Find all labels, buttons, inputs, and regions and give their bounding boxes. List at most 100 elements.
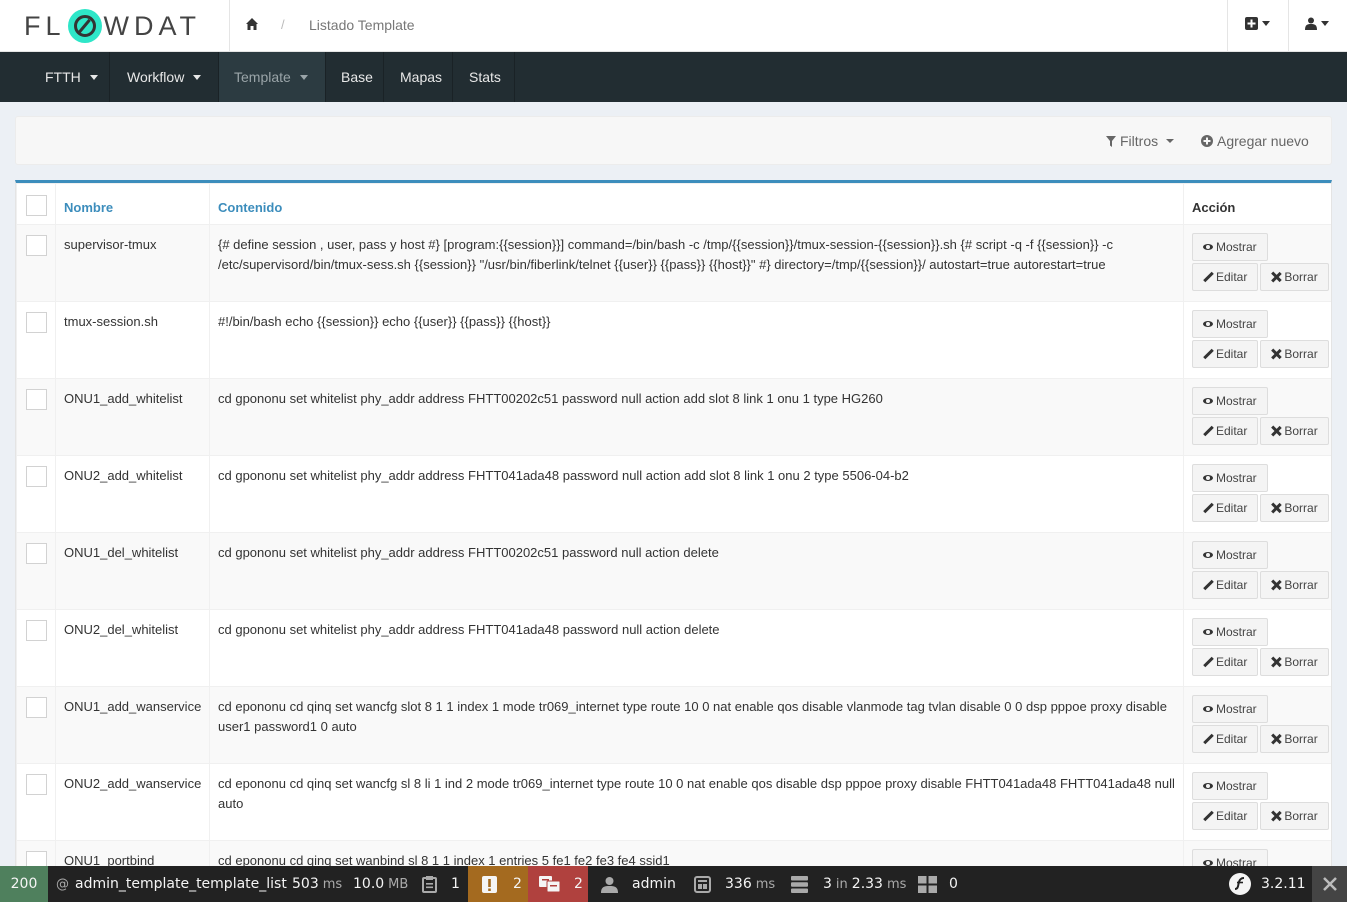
eye-icon (1203, 319, 1213, 329)
row-checkbox[interactable] (25, 235, 47, 256)
filter-icon (1106, 135, 1116, 147)
delete-label: Borrar (1284, 578, 1318, 592)
nav-item-workflow[interactable]: Workflow (110, 52, 219, 102)
edit-button[interactable]: Editar (1192, 725, 1259, 753)
logo-text-left: FL (24, 10, 66, 41)
table-row: supervisor-tmux {# define session , user,… (16, 224, 1331, 302)
logo-text-right: WDAT (103, 10, 201, 41)
column-header-contenido[interactable]: Contenido (209, 183, 1184, 225)
delete-label: Borrar (1284, 424, 1318, 438)
show-button[interactable]: Mostrar (1192, 310, 1268, 338)
edit-button[interactable]: Editar (1192, 263, 1259, 291)
row-checkbox[interactable] (25, 774, 47, 795)
translation-item[interactable]: 2 (528, 866, 588, 902)
select-all-cell (16, 183, 56, 225)
show-label: Mostrar (1216, 779, 1257, 793)
cache-item[interactable]: 0 (918, 866, 958, 902)
row-checkbox[interactable] (25, 312, 47, 333)
show-button[interactable]: Mostrar (1192, 464, 1268, 492)
show-button[interactable]: Mostrar (1192, 618, 1268, 646)
row-actions: Mostrar Editar Borrar (1183, 609, 1331, 687)
row-checkbox[interactable] (25, 620, 47, 641)
logs-item[interactable]: 2 (468, 866, 528, 902)
forms-item[interactable]: 1 (412, 866, 468, 902)
times-icon (1271, 272, 1281, 282)
user-menu-button[interactable] (1305, 17, 1329, 30)
nav-item-mapas[interactable]: Mapas (384, 52, 453, 102)
template-list-box: Nombre Contenido Acción supervisor-tmux{… (15, 180, 1332, 880)
row-actions: Mostrar Editar Borrar (1183, 532, 1331, 610)
times-icon (1271, 580, 1281, 590)
select-all-checkbox[interactable] (25, 195, 47, 216)
delete-button[interactable]: Borrar (1260, 725, 1329, 753)
database-item[interactable]: 3 in 2.33 ms (791, 866, 906, 902)
home-icon[interactable] (245, 17, 259, 31)
column-header-nombre[interactable]: Nombre (55, 183, 210, 225)
delete-button[interactable]: Borrar (1260, 494, 1329, 522)
flowdat-logo[interactable]: FL WDAT (24, 8, 201, 44)
chevron-down-icon (1321, 21, 1329, 26)
edit-button[interactable]: Editar (1192, 340, 1259, 368)
delete-button[interactable]: Borrar (1260, 648, 1329, 676)
edit-button[interactable]: Editar (1192, 802, 1259, 830)
row-checkbox[interactable] (25, 543, 47, 564)
show-button[interactable]: Mostrar (1192, 695, 1268, 723)
delete-button[interactable]: Borrar (1260, 417, 1329, 445)
row-checkbox[interactable] (25, 389, 47, 410)
memory-item[interactable]: 10.0 MB (353, 866, 408, 902)
symfony-version-item[interactable]: 3.2.11 (1229, 866, 1306, 902)
eye-icon (1203, 473, 1213, 483)
pencil-icon (1203, 657, 1213, 667)
row-select-cell (16, 609, 56, 687)
row-select-cell (16, 455, 56, 533)
warning-icon (482, 875, 497, 893)
show-button[interactable]: Mostrar (1192, 772, 1268, 800)
show-label: Mostrar (1216, 702, 1257, 716)
edit-button[interactable]: Editar (1192, 417, 1259, 445)
clipboard-icon (422, 875, 437, 893)
times-icon (1271, 349, 1281, 359)
nav-item-stats[interactable]: Stats (453, 52, 515, 102)
grid-icon (918, 875, 937, 893)
nav-item-base[interactable]: Base (326, 52, 384, 102)
delete-label: Borrar (1284, 809, 1318, 823)
twig-item[interactable]: 336 ms (694, 866, 775, 902)
nav-item-ftth[interactable]: FTTH (0, 52, 110, 102)
breadcrumb-current: Listado Template (309, 17, 415, 33)
show-button[interactable]: Mostrar (1192, 233, 1268, 261)
nav-item-label: Mapas (400, 69, 443, 85)
status-code-badge[interactable]: 200 (0, 866, 48, 902)
nav-item-label: Workflow (127, 69, 185, 85)
delete-button[interactable]: Borrar (1260, 340, 1329, 368)
row-checkbox[interactable] (25, 697, 47, 718)
edit-label: Editar (1216, 424, 1248, 438)
template-icon (694, 875, 711, 893)
nav-item-template[interactable]: Template (219, 52, 326, 102)
delete-button[interactable]: Borrar (1260, 263, 1329, 291)
delete-button[interactable]: Borrar (1260, 571, 1329, 599)
route-item[interactable]: @ admin_template_template_list (56, 866, 287, 902)
edit-button[interactable]: Editar (1192, 494, 1259, 522)
row-select-cell (16, 301, 56, 379)
delete-button[interactable]: Borrar (1260, 802, 1329, 830)
add-new-button[interactable]: Agregar nuevo (1201, 133, 1309, 149)
edit-label: Editar (1216, 347, 1248, 361)
user-item[interactable]: admin (601, 866, 676, 902)
chevron-down-icon (89, 74, 98, 80)
row-checkbox[interactable] (25, 466, 47, 487)
show-button[interactable]: Mostrar (1192, 387, 1268, 415)
row-content: cd gpononu set whitelist phy_addr addres… (209, 455, 1184, 533)
show-button[interactable]: Mostrar (1192, 541, 1268, 569)
close-toolbar-button[interactable] (1312, 866, 1347, 902)
row-select-cell (16, 378, 56, 456)
filters-dropdown[interactable]: Filtros (1106, 133, 1175, 149)
symfony-version: 3.2.11 (1261, 876, 1306, 892)
show-label: Mostrar (1216, 625, 1257, 639)
header-divider (229, 0, 230, 52)
time-item[interactable]: 503 ms (292, 866, 342, 902)
add-menu-button[interactable] (1245, 17, 1270, 30)
edit-button[interactable]: Editar (1192, 648, 1259, 676)
edit-button[interactable]: Editar (1192, 571, 1259, 599)
table-row: ONU1_add_whitelist cd gpononu set whiteli… (16, 378, 1331, 456)
row-name: ONU2_add_wanservice (55, 763, 210, 841)
